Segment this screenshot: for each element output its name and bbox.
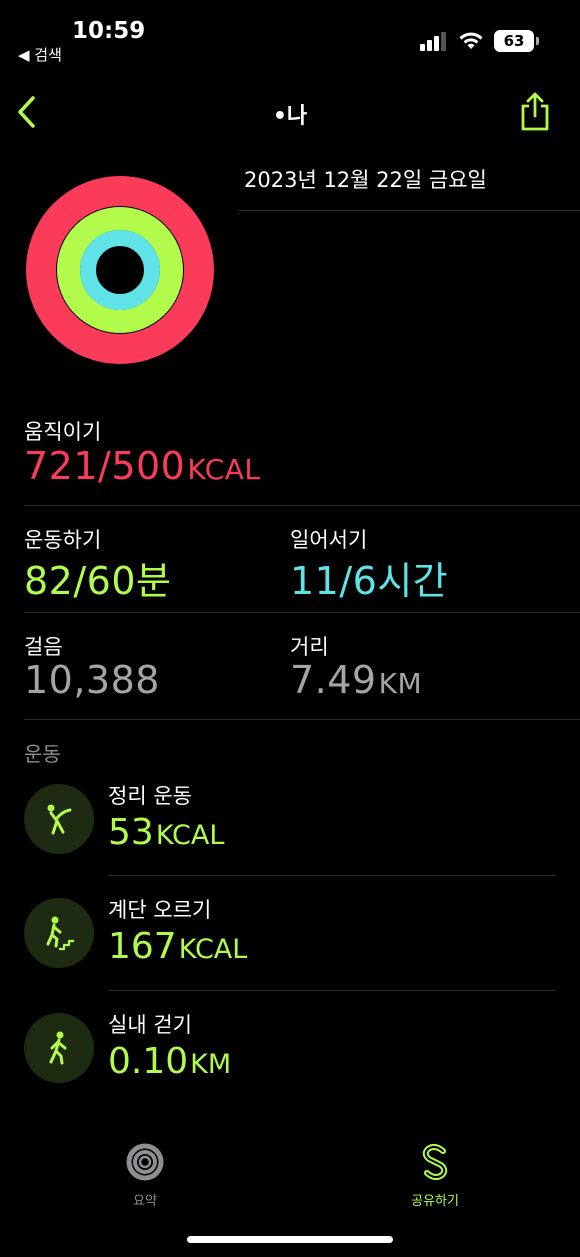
workout-name[interactable]: 정리 운동 xyxy=(108,780,192,810)
stand-ring xyxy=(80,230,160,310)
workout-value-unit: KCAL xyxy=(155,820,225,851)
workout-item-cooldown-icon-wrap[interactable] xyxy=(24,784,94,854)
workout-value-number: 53 xyxy=(108,812,154,853)
walking-icon xyxy=(49,1031,67,1065)
workout-name[interactable]: 계단 오르기 xyxy=(108,894,211,924)
share-button[interactable] xyxy=(518,90,552,132)
workout-name[interactable]: 실내 걷기 xyxy=(108,1009,192,1039)
workout-value[interactable]: 53KCAL xyxy=(108,812,224,853)
status-icons: 63 xyxy=(420,30,539,52)
distance-value-unit: KM xyxy=(378,667,423,700)
distance-value-number: 7.49 xyxy=(290,658,377,702)
cooldown-icon xyxy=(47,804,72,835)
tab-summary-label: 요약 xyxy=(133,1194,157,1209)
steps-value: 10,388 xyxy=(24,658,160,702)
move-value-number: 721/500 xyxy=(24,444,186,488)
stair-climbing-icon xyxy=(46,916,74,951)
cellular-signal-icon xyxy=(420,32,446,51)
battery-indicator: 63 xyxy=(494,30,539,52)
distance-value: 7.49KM xyxy=(290,658,422,702)
steps-label: 걸음 xyxy=(24,635,63,659)
workout-value-unit: KCAL xyxy=(178,934,248,965)
divider xyxy=(108,875,556,876)
back-to-app-link[interactable]: ◀ 검색 xyxy=(18,44,62,65)
move-value-unit: KCAL xyxy=(187,453,261,486)
workout-value-number: 167 xyxy=(108,926,177,967)
activity-rings xyxy=(26,176,214,364)
status-bar: 10:59 ◀ 검색 63 xyxy=(0,0,580,70)
divider xyxy=(108,990,556,991)
workouts-section-title: 운동 xyxy=(24,742,61,766)
workout-value[interactable]: 167KCAL xyxy=(108,926,247,967)
move-value: 721/500KCAL xyxy=(24,444,261,488)
tab-summary[interactable]: 요약 xyxy=(85,1142,205,1209)
tab-sharing-label: 공유하기 xyxy=(411,1194,459,1209)
move-label: 움직이기 xyxy=(24,420,102,444)
divider xyxy=(238,210,580,211)
exercise-value: 82/60분 xyxy=(24,559,172,603)
workout-item-stairs-icon-wrap[interactable] xyxy=(24,898,94,968)
divider xyxy=(24,505,580,506)
summary-rings-icon xyxy=(126,1143,164,1181)
distance-label: 거리 xyxy=(290,635,329,659)
tab-sharing[interactable]: 공유하기 xyxy=(375,1142,495,1209)
home-indicator[interactable] xyxy=(187,1236,393,1243)
wifi-icon xyxy=(459,32,483,49)
workout-value-number: 0.10 xyxy=(108,1041,189,1082)
workout-item-walking-icon-wrap[interactable] xyxy=(24,1013,94,1083)
stand-value: 11/6시간 xyxy=(290,559,449,603)
divider xyxy=(24,612,580,613)
status-time: 10:59 xyxy=(72,18,146,44)
sharing-icon xyxy=(422,1143,448,1181)
divider xyxy=(24,719,580,720)
workout-value-unit: KM xyxy=(190,1049,232,1080)
page-title: •나 xyxy=(272,104,308,129)
summary-date: 2023년 12월 22일 금요일 xyxy=(244,168,487,192)
workout-value[interactable]: 0.10KM xyxy=(108,1041,231,1082)
share-icon xyxy=(521,92,549,131)
